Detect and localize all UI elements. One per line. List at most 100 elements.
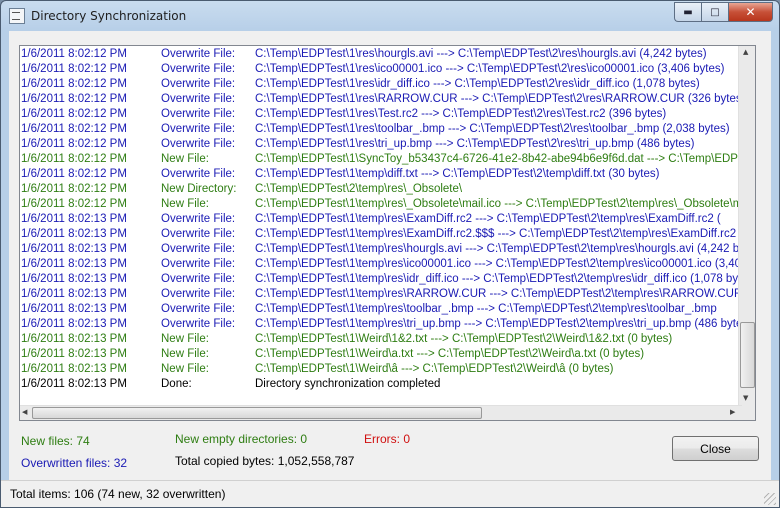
log-detail: C:\Temp\EDPTest\1\Weird\â ---> C:\Temp\E… bbox=[255, 363, 614, 375]
log-action: New Directory: bbox=[161, 183, 237, 195]
log-action: Overwrite File: bbox=[161, 48, 236, 60]
log-action: New File: bbox=[161, 153, 209, 165]
log-time: 1/6/2011 8:02:12 PM bbox=[21, 108, 127, 120]
maximize-button[interactable]: □ bbox=[701, 2, 728, 22]
log-action: Overwrite File: bbox=[161, 288, 236, 300]
log-detail: C:\Temp\EDPTest\1\res\tri_up.bmp ---> C:… bbox=[255, 138, 695, 150]
log-time: 1/6/2011 8:02:12 PM bbox=[21, 48, 127, 60]
status-bar: Total items: 106 (74 new, 32 overwritten… bbox=[1, 480, 779, 507]
log-action: Overwrite File: bbox=[161, 63, 236, 75]
log-time: 1/6/2011 8:02:12 PM bbox=[21, 168, 127, 180]
log-action: New File: bbox=[161, 348, 209, 360]
log-detail: C:\Temp\EDPTest\1\res\Test.rc2 ---> C:\T… bbox=[255, 108, 667, 120]
total-copied-bytes: Total copied bytes: 1,052,558,787 bbox=[175, 454, 355, 468]
log-detail: C:\Temp\EDPTest\1\temp\res\_Obsolete\mai… bbox=[255, 198, 742, 210]
log-detail: C:\Temp\EDPTest\1\temp\res\toolbar_.bmp … bbox=[255, 303, 717, 315]
log-action: Overwrite File: bbox=[161, 108, 236, 120]
maximize-icon: □ bbox=[710, 6, 720, 18]
log-time: 1/6/2011 8:02:13 PM bbox=[21, 258, 127, 270]
log-detail: C:\Temp\EDPTest\1\temp\diff.txt ---> C:\… bbox=[255, 168, 660, 180]
log-detail: C:\Temp\EDPTest\1\res\idr_diff.ico ---> … bbox=[255, 78, 700, 90]
horizontal-scrollbar[interactable]: ◀ ▶ bbox=[20, 405, 742, 420]
scroll-down-icon[interactable]: ▼ bbox=[743, 394, 748, 402]
log-time: 1/6/2011 8:02:12 PM bbox=[21, 183, 127, 195]
errors-count: Errors: 0 bbox=[364, 432, 411, 446]
log-detail: C:\Temp\EDPTest\1\res\ico00001.ico ---> … bbox=[255, 63, 725, 75]
close-icon: ✕ bbox=[745, 5, 756, 19]
dialog-client: 1/6/2011 8:02:12 PM Overwrite File: C:\Tem… bbox=[9, 31, 771, 499]
log-detail: C:\Temp\EDPTest\1\temp\res\ExamDiff.rc2.… bbox=[255, 228, 737, 240]
log-time: 1/6/2011 8:02:13 PM bbox=[21, 303, 127, 315]
log-detail: C:\Temp\EDPTest\1\temp\res\ExamDiff.rc2 … bbox=[255, 213, 721, 225]
log-action: New File: bbox=[161, 363, 209, 375]
log-detail: C:\Temp\EDPTest\1\temp\res\idr_diff.ico … bbox=[255, 273, 742, 285]
log-action: Overwrite File: bbox=[161, 258, 236, 270]
log-detail: C:\Temp\EDPTest\1\temp\res\ico00001.ico … bbox=[255, 258, 742, 270]
new-files-count: New files: 74 bbox=[21, 434, 90, 448]
log-action: Overwrite File: bbox=[161, 78, 236, 90]
minimize-button[interactable]: ▬ bbox=[674, 2, 701, 22]
sync-log[interactable]: 1/6/2011 8:02:12 PM Overwrite File: C:\Tem… bbox=[19, 45, 756, 421]
scroll-corner bbox=[739, 406, 755, 420]
log-action: Overwrite File: bbox=[161, 138, 236, 150]
log-time: 1/6/2011 8:02:13 PM bbox=[21, 363, 127, 375]
vertical-scroll-thumb[interactable] bbox=[740, 322, 755, 388]
log-time: 1/6/2011 8:02:13 PM bbox=[21, 288, 127, 300]
log-detail: Directory synchronization completed bbox=[255, 378, 441, 390]
log-time: 1/6/2011 8:02:13 PM bbox=[21, 243, 127, 255]
log-action: Overwrite File: bbox=[161, 318, 236, 330]
close-window-button[interactable]: ✕ bbox=[728, 2, 773, 22]
log-action: Overwrite File: bbox=[161, 303, 236, 315]
horizontal-scroll-thumb[interactable] bbox=[32, 407, 482, 419]
log-time: 1/6/2011 8:02:12 PM bbox=[21, 123, 127, 135]
log-detail: C:\Temp\EDPTest\1\SyncToy_b53437c4-6726-… bbox=[255, 153, 742, 165]
log-detail: C:\Temp\EDPTest\2\temp\res\_Obsolete\ bbox=[255, 183, 463, 195]
log-detail: C:\Temp\EDPTest\1\temp\res\RARROW.CUR --… bbox=[255, 288, 742, 300]
log-time: 1/6/2011 8:02:12 PM bbox=[21, 78, 127, 90]
log-time: 1/6/2011 8:02:13 PM bbox=[21, 378, 127, 390]
log-action: Overwrite File: bbox=[161, 123, 236, 135]
vertical-scrollbar[interactable]: ▲ ▼ bbox=[738, 46, 755, 406]
overwritten-files-count: Overwritten files: 32 bbox=[21, 456, 128, 470]
log-action: Overwrite File: bbox=[161, 228, 236, 240]
log-time: 1/6/2011 8:02:13 PM bbox=[21, 273, 127, 285]
log-detail: C:\Temp\EDPTest\1\res\hourgls.avi ---> C… bbox=[255, 48, 707, 60]
log-time: 1/6/2011 8:02:13 PM bbox=[21, 318, 127, 330]
log-detail: C:\Temp\EDPTest\1\Weird\1&2.txt ---> C:\… bbox=[255, 333, 673, 345]
scroll-up-icon[interactable]: ▲ bbox=[743, 48, 748, 56]
log-time: 1/6/2011 8:02:12 PM bbox=[21, 153, 127, 165]
log-action: Done: bbox=[161, 378, 192, 390]
log-detail: C:\Temp\EDPTest\1\Weird\a.txt ---> C:\Te… bbox=[255, 348, 645, 360]
log-detail: C:\Temp\EDPTest\1\res\RARROW.CUR ---> C:… bbox=[255, 93, 742, 105]
minimize-icon: ▬ bbox=[683, 6, 693, 18]
log-time: 1/6/2011 8:02:13 PM bbox=[21, 333, 127, 345]
scroll-left-icon[interactable]: ◀ bbox=[22, 408, 27, 416]
log-detail: C:\Temp\EDPTest\1\temp\res\hourgls.avi -… bbox=[255, 243, 742, 255]
log-action: Overwrite File: bbox=[161, 243, 236, 255]
log-time: 1/6/2011 8:02:12 PM bbox=[21, 93, 127, 105]
log-time: 1/6/2011 8:02:12 PM bbox=[21, 63, 127, 75]
log-action: Overwrite File: bbox=[161, 93, 236, 105]
log-time: 1/6/2011 8:02:12 PM bbox=[21, 198, 127, 210]
status-text: Total items: 106 (74 new, 32 overwritten… bbox=[10, 487, 226, 501]
log-time: 1/6/2011 8:02:13 PM bbox=[21, 348, 127, 360]
log-rows: 1/6/2011 8:02:12 PM Overwrite File: C:\Tem… bbox=[20, 46, 742, 406]
log-time: 1/6/2011 8:02:13 PM bbox=[21, 228, 127, 240]
log-action: Overwrite File: bbox=[161, 273, 236, 285]
log-detail: C:\Temp\EDPTest\1\res\toolbar_.bmp ---> … bbox=[255, 123, 730, 135]
log-action: Overwrite File: bbox=[161, 168, 236, 180]
log-time: 1/6/2011 8:02:13 PM bbox=[21, 213, 127, 225]
new-empty-directories-count: New empty directories: 0 bbox=[175, 432, 308, 446]
log-time: 1/6/2011 8:02:12 PM bbox=[21, 138, 127, 150]
window-controls: ▬ □ ✕ bbox=[674, 2, 773, 22]
window-title: Directory Synchronization bbox=[31, 9, 187, 23]
log-action: Overwrite File: bbox=[161, 213, 236, 225]
log-action: New File: bbox=[161, 333, 209, 345]
sync-window: Directory Synchronization ▬ □ ✕ 1/6/2011… bbox=[0, 0, 780, 508]
log-detail: C:\Temp\EDPTest\1\temp\res\tri_up.bmp --… bbox=[255, 318, 742, 330]
log-action: New File: bbox=[161, 198, 209, 210]
title-bar[interactable]: Directory Synchronization ▬ □ ✕ bbox=[1, 1, 779, 31]
scroll-right-icon[interactable]: ▶ bbox=[730, 408, 735, 416]
close-button[interactable]: Close bbox=[672, 436, 759, 461]
resize-grip-icon[interactable] bbox=[764, 493, 776, 505]
